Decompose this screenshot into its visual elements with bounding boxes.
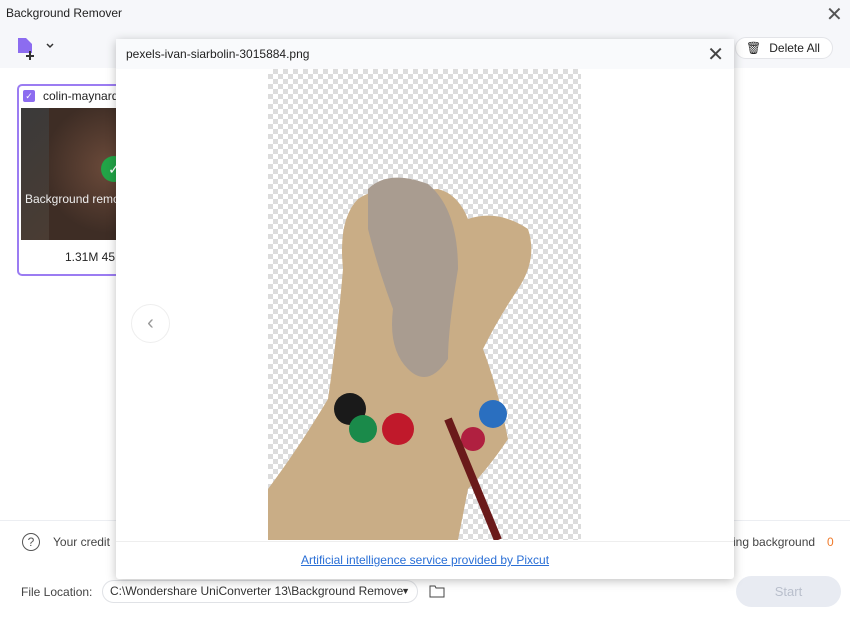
previous-button[interactable]: ‹ [131, 304, 170, 343]
preview-image [268, 69, 581, 540]
credit-text: Your credit [53, 535, 110, 549]
path-value: C:\Wondershare UniConverter 13\Backgroun… [110, 584, 404, 598]
chevron-left-icon: ‹ [147, 312, 154, 334]
file-name: colin-maynard [43, 89, 119, 103]
trash-icon: 🗑 [746, 41, 762, 55]
file-location-select[interactable]: C:\Wondershare UniConverter 13\Backgroun… [102, 580, 418, 603]
preview-dialog: pexels-ivan-siarbolin-3015884.png ✕ ‹ Ar… [116, 39, 734, 579]
status-text: Background remo [25, 192, 120, 206]
delete-all-button[interactable]: 🗑 Delete All [735, 37, 833, 59]
pixcut-link[interactable]: Artificial intelligence service provided… [116, 553, 734, 567]
divider [116, 541, 734, 542]
add-file-icon [18, 38, 54, 60]
start-button[interactable]: Start [736, 576, 841, 607]
window-title: Background Remover [6, 6, 123, 20]
close-icon[interactable]: ✕ [707, 42, 724, 67]
window-close-icon[interactable]: ✕ [826, 2, 843, 27]
folder-icon[interactable] [429, 584, 445, 601]
delete-all-label: Delete All [769, 41, 820, 55]
help-icon[interactable]: ? [22, 533, 40, 551]
add-file-button[interactable] [16, 37, 56, 61]
background-text: ing background [733, 535, 816, 549]
count: 0 [827, 535, 834, 549]
chevron-down-icon: ▼ [401, 586, 410, 596]
file-meta: 1.31M 45 [65, 250, 116, 264]
file-location-label: File Location: [21, 585, 93, 599]
dialog-title: pexels-ivan-siarbolin-3015884.png [116, 39, 734, 69]
checkbox[interactable]: ✓ [23, 90, 35, 102]
